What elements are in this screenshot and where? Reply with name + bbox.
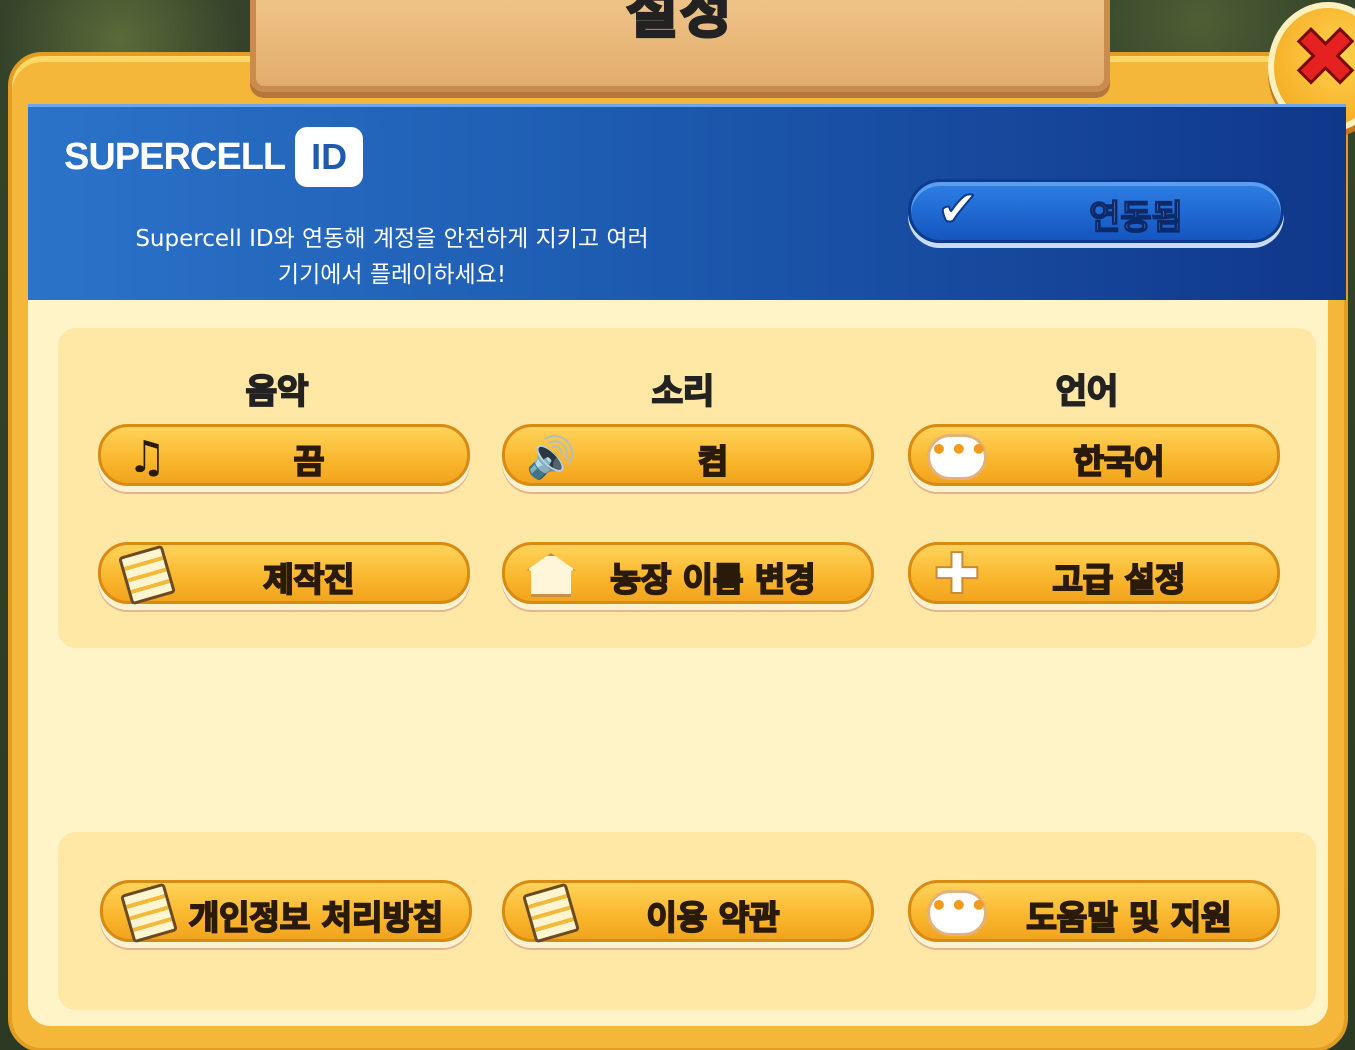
rename-farm-button[interactable]: 농장 이름 변경: [502, 542, 874, 604]
title-plate: 설정: [250, 0, 1110, 92]
language-button-label: 한국어: [1072, 441, 1165, 482]
document-icon: [119, 882, 179, 944]
chat-bubble-icon: [927, 885, 987, 941]
settings-section: 음악 소리 언어 ♫ 끔 🔊 켬 한국어 제작진 농장 이름 변경 ✚ 고급 설…: [58, 328, 1316, 648]
credits-button[interactable]: 제작진: [98, 542, 470, 606]
linked-button-label: 연동됨: [1088, 197, 1183, 239]
terms-of-service-label: 이용 약관: [646, 897, 781, 938]
check-icon: ✔: [936, 180, 980, 238]
music-toggle-label: 끔: [293, 441, 325, 482]
language-label: 언어: [1055, 371, 1120, 413]
linked-button[interactable]: ✔ 연동됨: [908, 179, 1284, 243]
sound-toggle-label: 켬: [697, 441, 729, 482]
music-label: 음악: [245, 371, 310, 413]
advanced-settings-button[interactable]: ✚ 고급 설정: [908, 542, 1280, 604]
supercell-id-logo: SUPERCELL ID: [64, 127, 364, 187]
supercell-logo-id-badge: ID: [295, 127, 364, 187]
rename-farm-button-label: 농장 이름 변경: [609, 559, 816, 600]
advanced-settings-button-label: 고급 설정: [1052, 559, 1187, 600]
help-support-label: 도움말 및 지원: [1025, 897, 1232, 938]
supercell-id-banner: SUPERCELL ID Supercell ID와 연동해 계정을 안전하게 …: [28, 104, 1346, 300]
privacy-policy-button[interactable]: 개인정보 처리방침: [100, 880, 472, 944]
sound-toggle-button[interactable]: 🔊 켬: [502, 424, 874, 486]
credits-button-label: 제작진: [262, 559, 355, 600]
music-toggle-button[interactable]: ♫ 끔: [98, 424, 470, 486]
footer-section: 개인정보 처리방침 이용 약관 도움말 및 지원: [58, 832, 1316, 1010]
language-button[interactable]: 한국어: [908, 424, 1280, 486]
supercell-logo-text: SUPERCELL: [64, 135, 286, 178]
supercell-description-line2: 기기에서 플레이하세요!: [277, 262, 507, 288]
close-icon: ✖: [1290, 11, 1355, 104]
page-title: 설정: [625, 0, 734, 48]
sound-label: 소리: [651, 371, 716, 413]
terms-of-service-button[interactable]: 이용 약관: [502, 880, 874, 944]
supercell-description-line1: Supercell ID와 연동해 계정을 안전하게 지키고 여러: [135, 226, 649, 252]
privacy-policy-label: 개인정보 처리방침: [188, 897, 444, 938]
help-support-button[interactable]: 도움말 및 지원: [908, 880, 1280, 942]
supercell-description: Supercell ID와 연동해 계정을 안전하게 지키고 여러 기기에서 플…: [72, 221, 712, 293]
